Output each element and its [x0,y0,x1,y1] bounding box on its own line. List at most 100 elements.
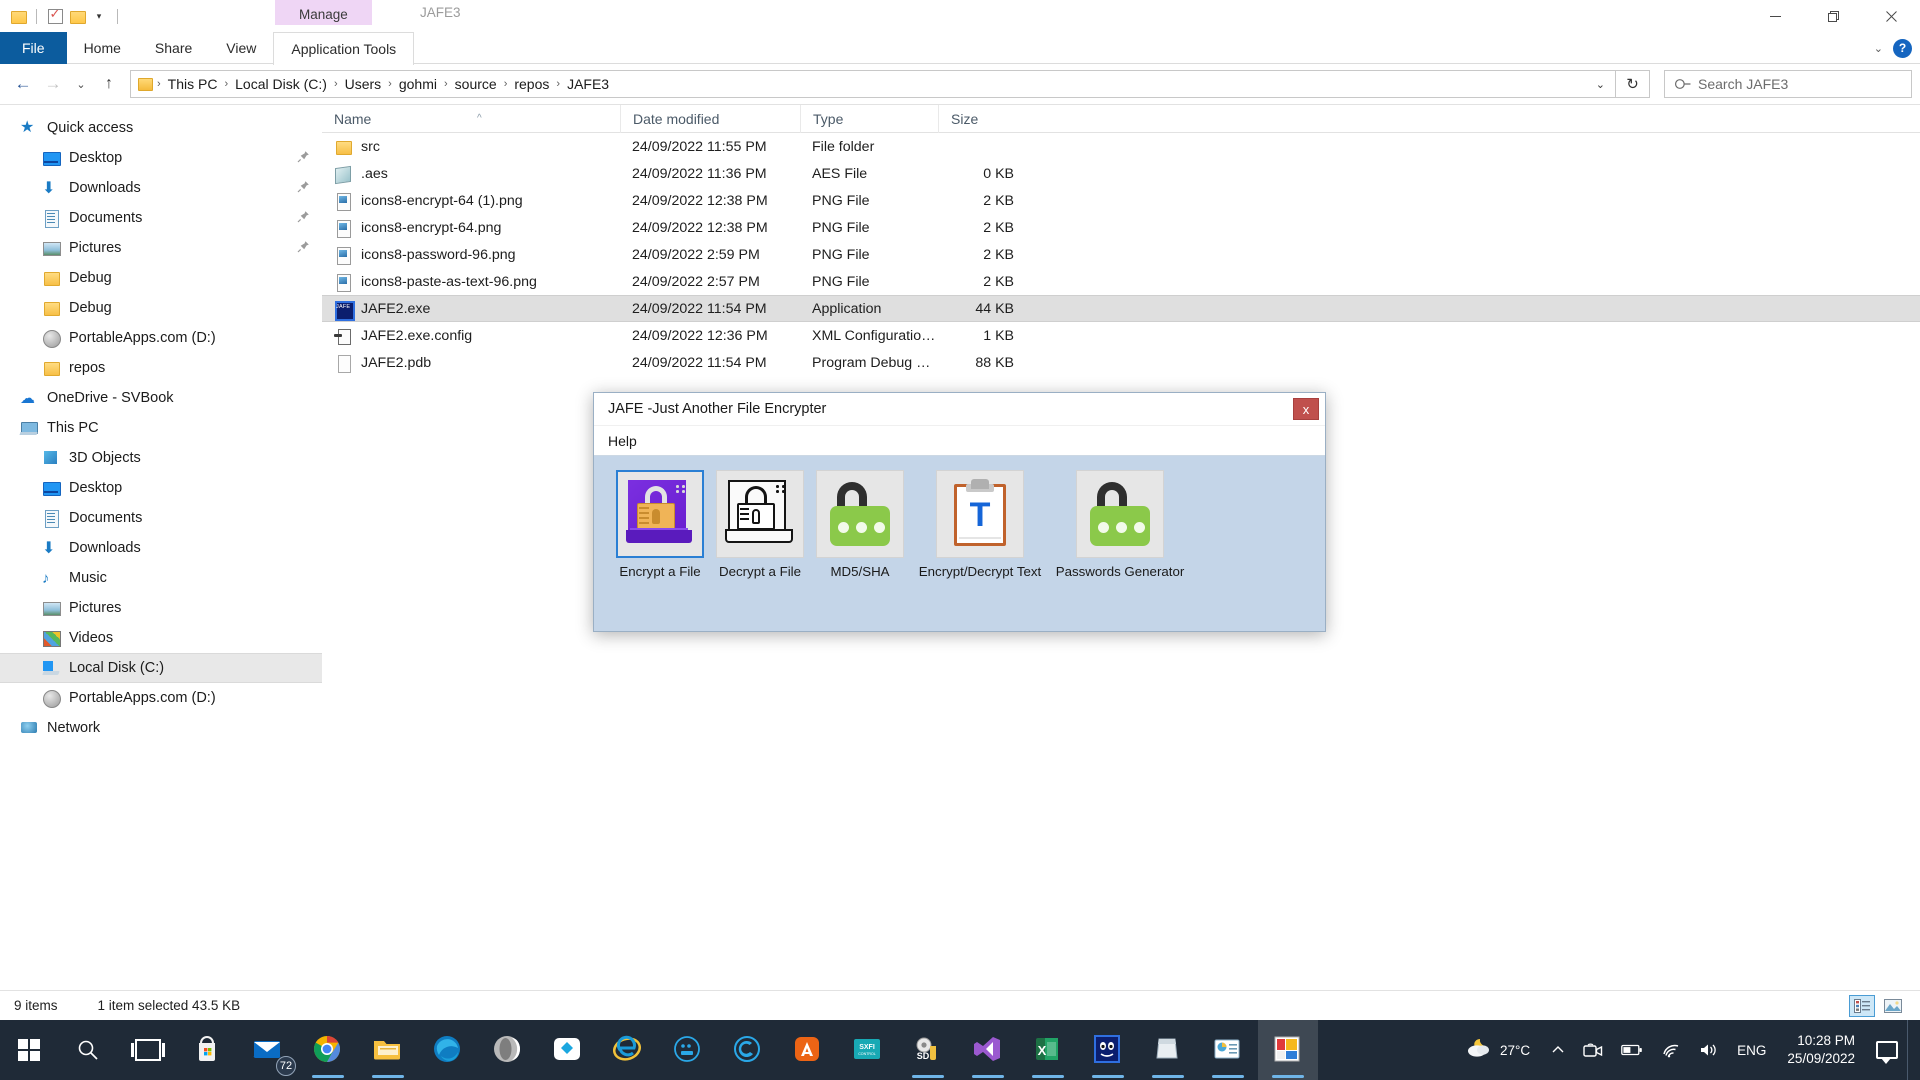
maximize-button[interactable] [1804,0,1862,32]
jafe-menu-help[interactable]: Help [594,433,645,449]
large-icons-view-button[interactable] [1880,995,1906,1017]
qat-folder-icon[interactable] [7,5,29,27]
taskbar-avira-button[interactable] [778,1020,838,1080]
taskbar-file-explorer-button[interactable] [358,1020,418,1080]
file-row[interactable]: icons8-paste-as-text-96.png 24/09/2022 2:… [322,268,1920,295]
back-button[interactable]: ← [8,69,38,99]
tray-camera-button[interactable] [1574,1020,1612,1080]
qat-new-folder-icon[interactable] [66,5,88,27]
file-row[interactable]: icons8-encrypt-64 (1).png 24/09/2022 12:3… [322,187,1920,214]
taskbar-notepad-button[interactable] [1138,1020,1198,1080]
navpane-item-this-pc[interactable]: This PC [0,413,322,443]
tab-home[interactable]: Home [67,32,138,64]
breadcrumb-repos[interactable]: repos [508,74,555,94]
navpane-item-onedrive-svbook[interactable]: ☁ OneDrive - SVBook [0,383,322,413]
file-row[interactable]: src 24/09/2022 11:55 PM File folder [322,133,1920,160]
navpane-item-downloads[interactable]: ⬇ Downloads [0,173,322,203]
navpane-item-videos[interactable]: Videos [0,623,322,653]
taskbar-google-chrome-button[interactable] [298,1020,358,1080]
refresh-button[interactable]: ↻ [1616,70,1650,98]
taskbar-jafe-app-button[interactable] [1078,1020,1138,1080]
breadcrumb-bar[interactable]: › This PC › Local Disk (C:) › Users › go… [130,70,1616,98]
details-view-button[interactable] [1849,994,1875,1017]
file-row[interactable]: icons8-encrypt-64.png 24/09/2022 12:38 PM… [322,214,1920,241]
taskbar-blackberry-button[interactable] [658,1020,718,1080]
tray-clock[interactable]: 10:28 PM 25/09/2022 [1775,1020,1867,1080]
tray-wifi-button[interactable] [1652,1020,1690,1080]
pin-icon[interactable] [297,180,310,196]
breadcrumb-users[interactable]: Users [339,74,388,94]
tray-battery-button[interactable] [1612,1020,1652,1080]
jafe-button-encrypt-decrypt-text[interactable]: T Encrypt/Decrypt Text [910,470,1050,631]
navpane-item-desktop[interactable]: Desktop [0,473,322,503]
breadcrumb-jafe3[interactable]: JAFE3 [561,74,615,94]
navpane-item-repos[interactable]: repos [0,353,322,383]
navpane-item-pictures[interactable]: Pictures [0,593,322,623]
file-row[interactable]: icons8-password-96.png 24/09/2022 2:59 PM… [322,241,1920,268]
manage-context-tab[interactable]: Manage [275,0,372,25]
column-header-date-modified[interactable]: Date modified [620,105,800,133]
tray-language-button[interactable]: ENG [1728,1020,1775,1080]
taskbar-excel-button[interactable]: X [1018,1020,1078,1080]
tab-file[interactable]: File [0,32,67,64]
breadcrumb-source[interactable]: source [449,74,503,94]
recent-locations-button[interactable]: ⌄ [68,69,94,99]
navpane-item-pictures[interactable]: Pictures [0,233,322,263]
jafe-button-encrypt-a-file[interactable]: Encrypt a File [610,470,710,631]
task-view-button[interactable] [118,1020,178,1080]
breadcrumb-dropdown-caret-icon[interactable]: ⌄ [1588,78,1613,91]
start-button[interactable] [0,1020,58,1080]
taskbar-search-button[interactable] [58,1020,118,1080]
tray-volume-button[interactable] [1690,1020,1728,1080]
forward-button[interactable]: → [38,69,68,99]
navpane-item-portableapps-com-d[interactable]: PortableApps.com (D:) [0,323,322,353]
navpane-item-debug[interactable]: Debug [0,263,322,293]
jafe-button-decrypt-a-file[interactable]: Decrypt a File [710,470,810,631]
taskbar-internet-explorer-button[interactable] [598,1020,658,1080]
column-header-name[interactable]: Name ^ [322,105,620,133]
up-one-level-button[interactable]: ↑ [94,69,124,99]
taskbar-microsoft-store-button[interactable] [178,1020,238,1080]
navpane-item-downloads[interactable]: ⬇ Downloads [0,533,322,563]
tab-view[interactable]: View [209,32,273,64]
taskbar-paint-app-button[interactable] [1258,1020,1318,1080]
taskbar-powerpoint-like-button[interactable] [1198,1020,1258,1080]
show-desktop-button[interactable] [1907,1020,1912,1080]
taskbar-microsoft-edge-button[interactable] [418,1020,478,1080]
navpane-item-documents[interactable]: Documents [0,203,322,233]
file-row[interactable]: .aes 24/09/2022 11:36 PM AES File 0 KB [322,160,1920,187]
tab-share[interactable]: Share [138,32,209,64]
taskbar-sxfi-control-button[interactable]: SXFI CONTROL [838,1020,898,1080]
breadcrumb-this-pc[interactable]: This PC [162,74,224,94]
file-row[interactable]: JAFE2.exe 24/09/2022 11:54 PM Application 4… [322,295,1920,322]
navpane-item-local-disk-c[interactable]: Local Disk (C:) [0,653,322,683]
taskbar-opera-gx-button[interactable] [478,1020,538,1080]
navpane-item-network[interactable]: Network [0,713,322,743]
breadcrumb-gohmi[interactable]: gohmi [393,74,443,94]
tray-overflow-button[interactable] [1542,1020,1574,1080]
action-center-button[interactable] [1867,1020,1907,1080]
file-row[interactable]: JAFE2.pdb 24/09/2022 11:54 PM Program Debu… [322,349,1920,376]
navpane-item-documents[interactable]: Documents [0,503,322,533]
navpane-item-portableapps-com-d[interactable]: PortableApps.com (D:) [0,683,322,713]
navpane-item-quick-access[interactable]: ★ Quick access [0,113,322,143]
qat-customize-caret-icon[interactable]: ▾ [88,5,110,27]
pin-icon[interactable] [297,150,310,166]
search-input[interactable]: Search JAFE3 [1698,76,1788,92]
navpane-item-desktop[interactable]: Desktop [0,143,322,173]
tab-application-tools[interactable]: Application Tools [273,32,415,65]
minimize-button[interactable] [1746,0,1804,32]
help-button[interactable]: ? [1893,38,1912,58]
weather-widget[interactable]: 27°C [1452,1020,1542,1080]
qat-properties-icon[interactable] [44,5,66,27]
jafe-close-button[interactable]: x [1293,398,1319,420]
column-header-type[interactable]: Type [800,105,938,133]
column-header-size[interactable]: Size [938,105,1024,133]
breadcrumb-local-disk[interactable]: Local Disk (C:) [229,74,333,94]
taskbar-mail-button[interactable]: 72 [238,1020,298,1080]
navpane-item-debug[interactable]: Debug [0,293,322,323]
close-button[interactable] [1862,0,1920,32]
jafe-button-passwords-generator[interactable]: Passwords Generator [1050,470,1190,631]
file-row[interactable]: JAFE2.exe.config 24/09/2022 12:36 PM XML C… [322,322,1920,349]
taskbar-dropbox-button[interactable] [538,1020,598,1080]
